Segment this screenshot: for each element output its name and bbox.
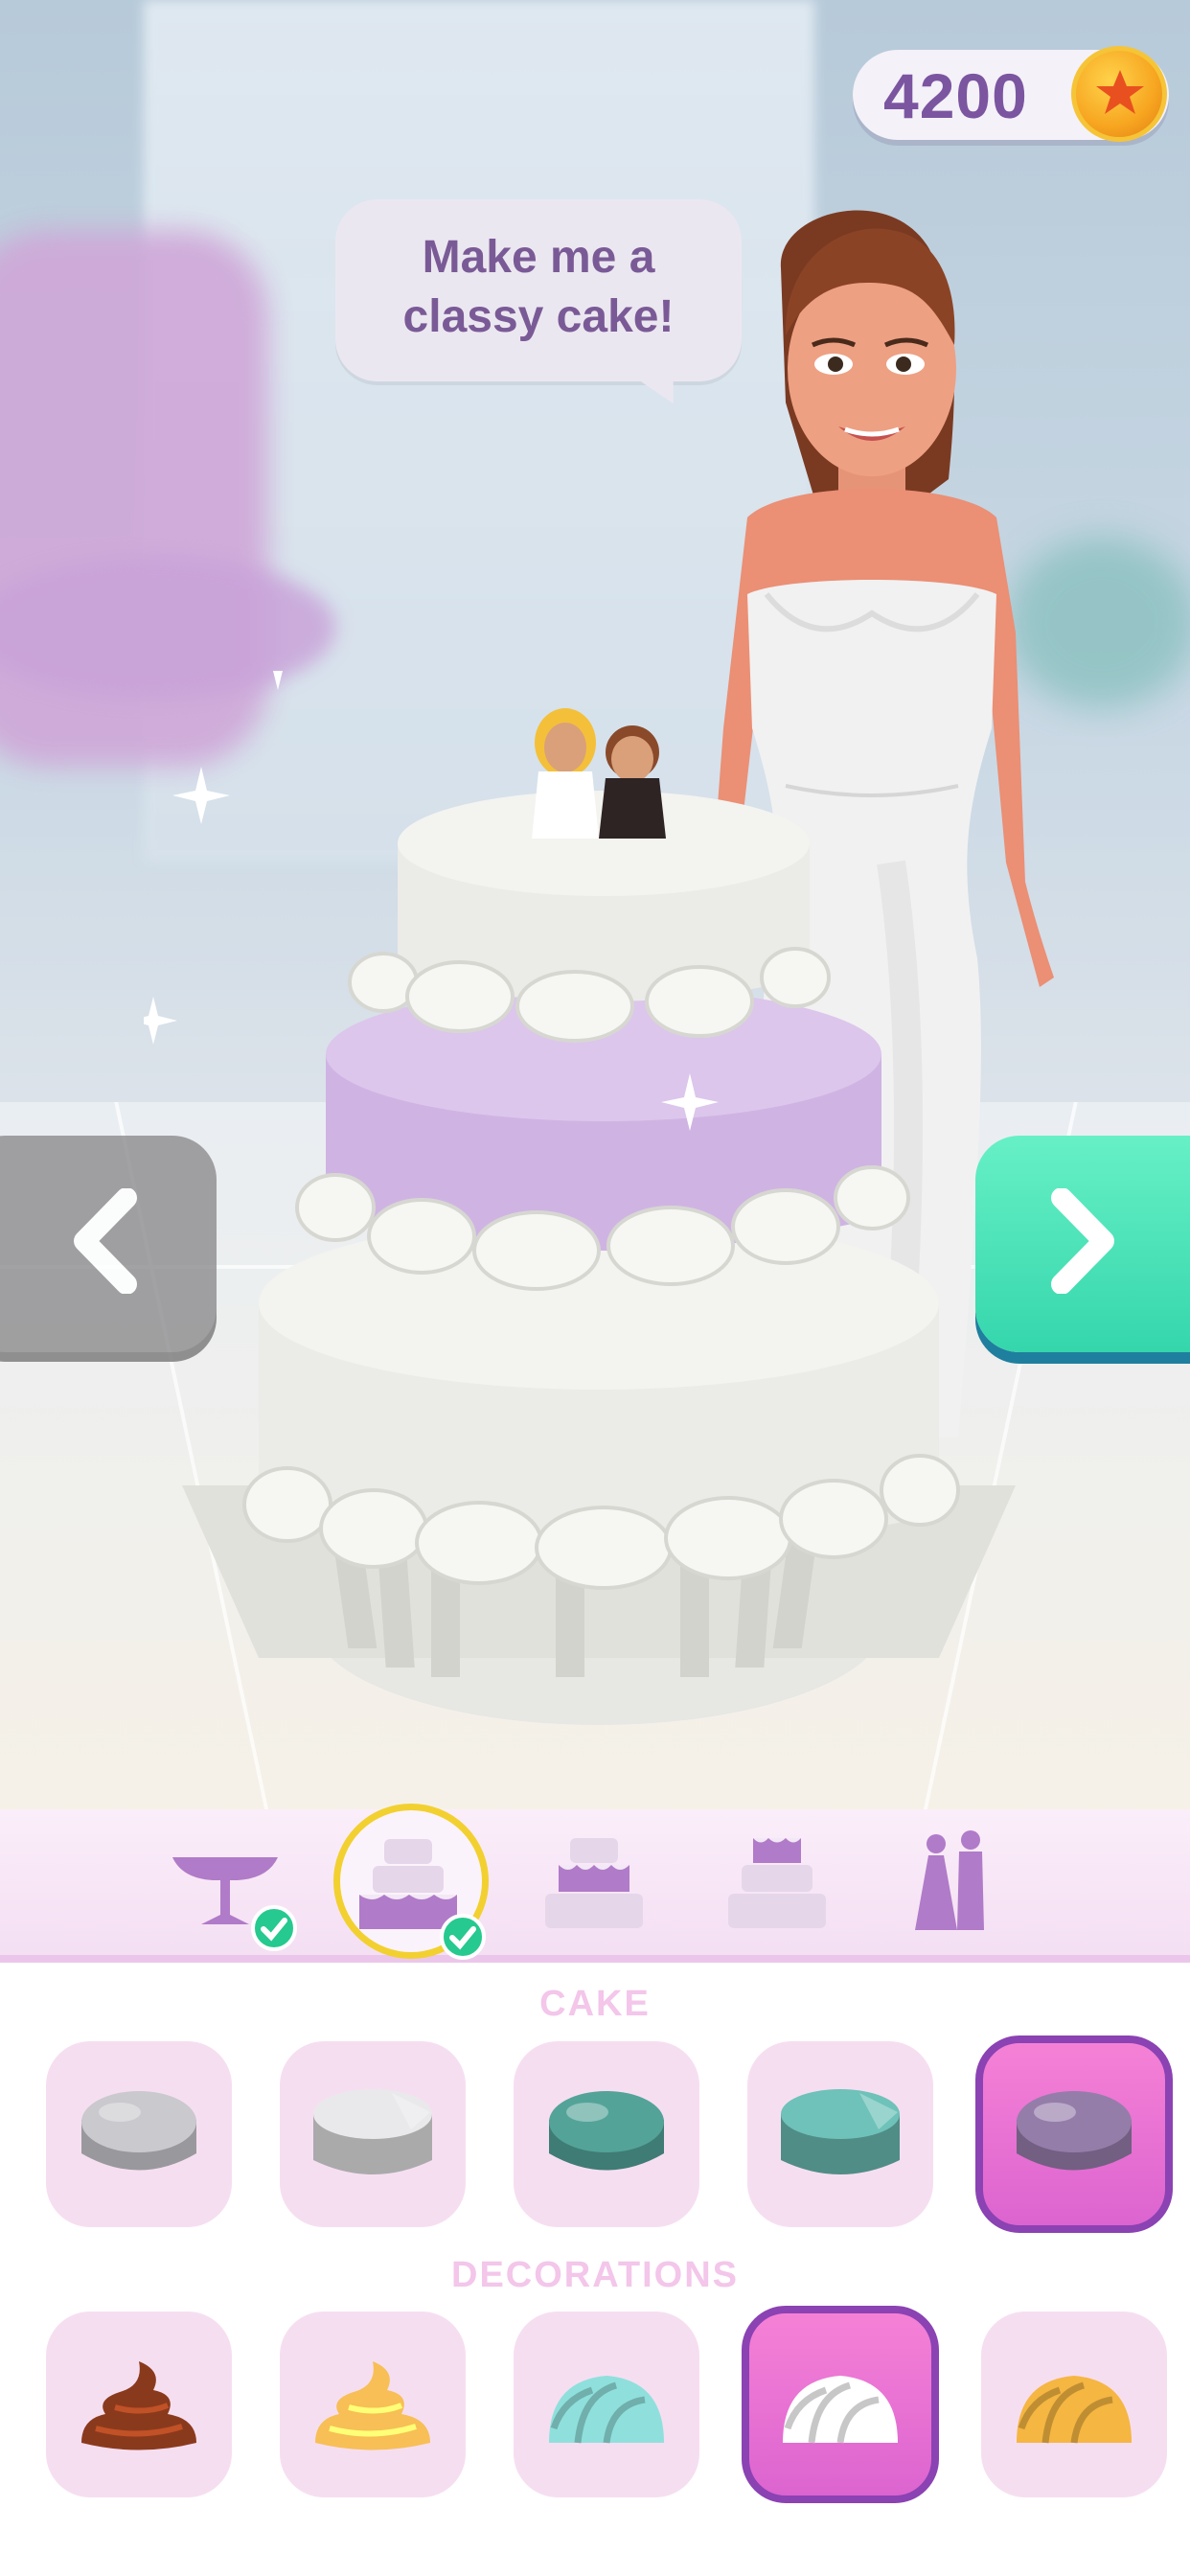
cake-option-3[interactable] — [514, 2041, 699, 2227]
next-button[interactable] — [975, 1136, 1190, 1352]
game-scene: 4200 Make me a classy cake! — [0, 0, 1190, 1809]
cake-swatch-icon — [72, 2082, 206, 2191]
cake-swatch-icon — [773, 2082, 907, 2191]
coin-amount: 4200 — [883, 60, 1028, 131]
decoration-option-4[interactable] — [742, 2306, 939, 2503]
check-icon — [440, 1914, 486, 1960]
selection-panel: CAKE DECORATIONS — [0, 1963, 1190, 2576]
previous-button[interactable] — [0, 1136, 217, 1352]
step-stand[interactable] — [172, 1809, 297, 1953]
chevron-left-icon — [74, 1188, 137, 1294]
star-coin-icon — [1071, 46, 1167, 142]
cake-option-1[interactable] — [46, 2041, 232, 2227]
cake-tier-icon — [728, 1838, 826, 1928]
chevron-right-icon — [1051, 1188, 1114, 1294]
decoration-option-3[interactable] — [514, 2312, 699, 2497]
couple-topper-icon — [915, 1830, 984, 1930]
speech-line-1: Make me a — [422, 232, 655, 283]
decoration-option-2[interactable] — [280, 2312, 466, 2497]
cake-swatch-icon — [306, 2082, 440, 2191]
frosting-icon — [773, 2352, 907, 2461]
speech-bubble: Make me a classy cake! — [335, 199, 742, 415]
frosting-icon — [539, 2352, 674, 2461]
wedding-cake — [144, 671, 1016, 1725]
step-top-layer[interactable] — [724, 1830, 830, 1974]
cake-section-label: CAKE — [539, 1984, 651, 2024]
frosting-icon — [1007, 2352, 1141, 2461]
step-cake-active[interactable] — [333, 1804, 489, 1960]
cake-swatch-icon — [539, 2082, 674, 2191]
cake-swatch-icon — [1007, 2082, 1141, 2191]
decorations-section-label: DECORATIONS — [451, 2255, 739, 2295]
check-icon — [251, 1905, 297, 1951]
cake-option-2[interactable] — [280, 2041, 466, 2227]
cake-tier-icon — [545, 1838, 643, 1928]
step-middle-layer[interactable] — [541, 1830, 647, 1974]
decoration-option-5[interactable] — [981, 2312, 1167, 2497]
decoration-option-1[interactable] — [46, 2312, 232, 2497]
coin-counter: 4200 — [853, 46, 1169, 142]
cake-option-5[interactable] — [975, 2036, 1173, 2233]
step-topper[interactable] — [915, 1830, 992, 1974]
speech-line-2: classy cake! — [402, 291, 675, 342]
cake-option-4[interactable] — [747, 2041, 933, 2227]
speech-text: Make me a classy cake! — [335, 228, 742, 347]
frosting-icon — [306, 2352, 440, 2461]
frosting-icon — [72, 2352, 206, 2461]
